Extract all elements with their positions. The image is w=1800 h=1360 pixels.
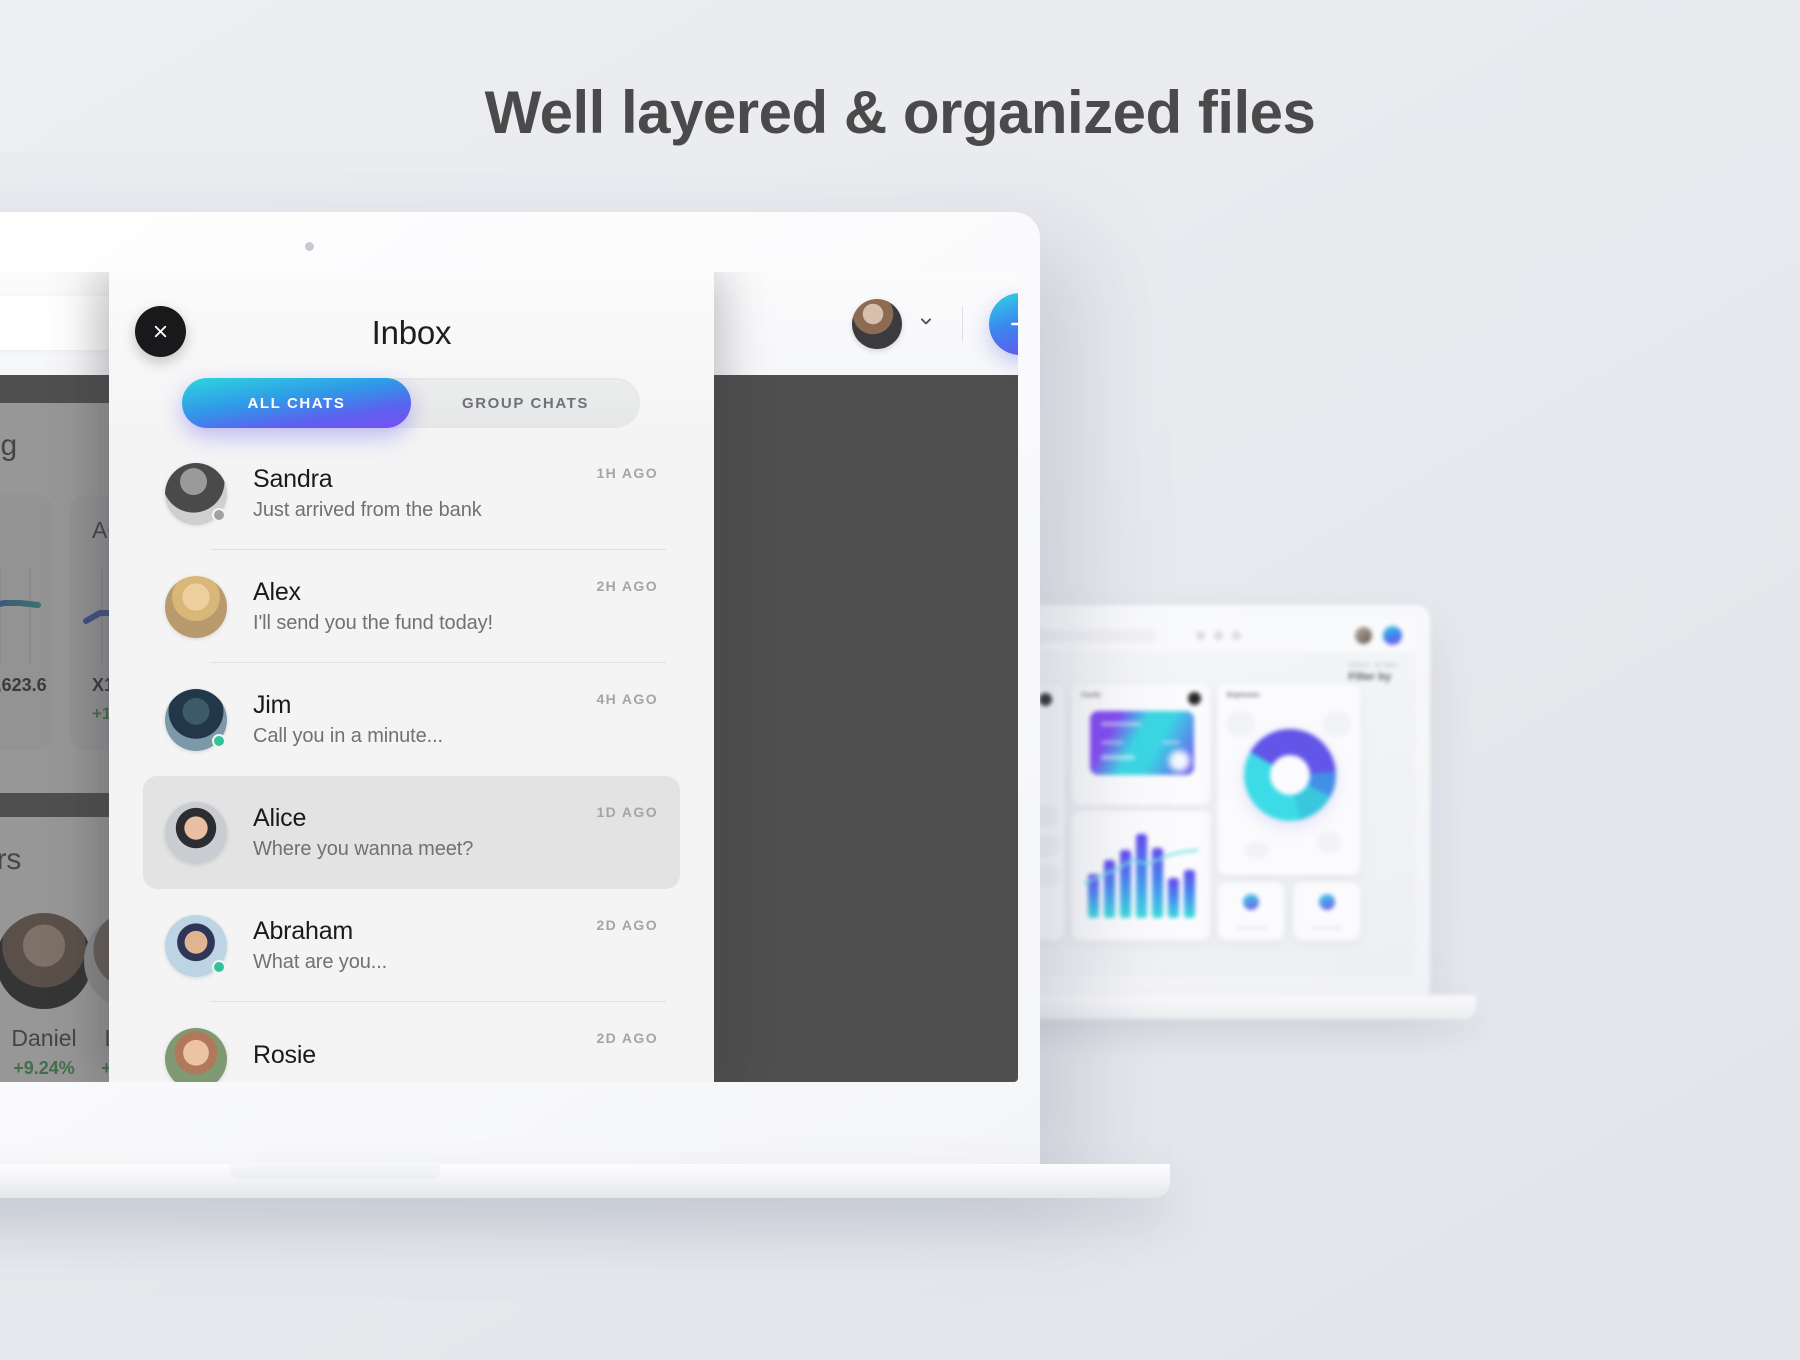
background-expenses-panel: Expenses — [1218, 685, 1360, 875]
inbox-tabs: ALL CHATS GROUP CHATS — [182, 378, 640, 428]
background-small-panel-2 — [1294, 882, 1360, 940]
inbox-header: Inbox ALL CHATS GROUP CHATS — [109, 272, 714, 437]
chat-preview: Where you wanna meet? — [253, 838, 474, 861]
background-icon-2 — [1214, 631, 1223, 640]
background-search-bar — [1026, 630, 1156, 642]
list-item[interactable]: Sandra Just arrived from the bank 1H AGO — [143, 437, 680, 550]
avatar[interactable] — [852, 298, 902, 349]
online-indicator — [212, 507, 226, 522]
laptop-base — [0, 1163, 1170, 1198]
background-cards-label: Cards — [1081, 692, 1101, 699]
plus-icon — [1011, 322, 1018, 325]
chat-timestamp: 4H AGO — [596, 691, 658, 707]
chat-timestamp: 1D AGO — [596, 804, 658, 820]
stock-card[interactable]: $PAC X1 = $23,623.6 +2 — [0, 495, 52, 750]
background-icon-1 — [1196, 631, 1205, 640]
chat-preview: I'll send you the fund today! — [253, 612, 493, 635]
add-new-button[interactable] — [989, 292, 1018, 355]
chat-preview: Just arrived from the bank — [253, 499, 482, 522]
foreground-laptop: › 6:00 Trending $PAC — [0, 212, 1170, 1198]
background-credit-card — [1090, 711, 1194, 775]
trending-title: Trending — [0, 429, 17, 462]
chat-name: Jim — [253, 690, 292, 719]
chat-timestamp: 2D AGO — [596, 1030, 658, 1046]
tab-group-chats[interactable]: GROUP CHATS — [411, 378, 640, 428]
inbox-title: Inbox — [371, 314, 452, 351]
background-donut-chart — [1244, 729, 1336, 821]
list-item[interactable]: Jim Call you in a minute... 4H AGO — [143, 663, 680, 776]
laptop-webcam — [305, 242, 314, 251]
background-avatar — [1355, 627, 1372, 644]
background-laptop: TODAY, 10 DEC Filter by Cards Expenses — [954, 605, 1476, 1019]
avatar — [165, 801, 227, 864]
toolbar-divider — [962, 305, 963, 342]
chat-preview: What are you... — [253, 951, 388, 974]
chat-timestamp: 2D AGO — [596, 917, 658, 933]
toolbar-account-area — [852, 272, 1018, 375]
inbox-panel: Inbox ALL CHATS GROUP CHATS Sandra Just … — [109, 272, 714, 1082]
background-panel-icon — [1039, 693, 1052, 706]
list-item[interactable]: Rosie 2D AGO — [143, 1002, 680, 1082]
stock-sparkline — [0, 569, 41, 663]
avatar — [165, 1027, 227, 1082]
background-icon-3 — [1232, 631, 1241, 640]
background-add-button — [1383, 626, 1402, 645]
background-small-panel-1 — [1218, 882, 1284, 940]
chat-name: Rosie — [253, 1041, 316, 1070]
background-filter-label: Filter by — [1348, 671, 1392, 683]
chat-list[interactable]: Sandra Just arrived from the bank 1H AGO… — [109, 437, 714, 1082]
avatar — [165, 914, 227, 977]
laptop-screen: › 6:00 Trending $PAC — [0, 272, 1018, 1082]
chevron-down-icon — [920, 318, 932, 325]
background-filter-date: TODAY, 10 DEC — [1348, 663, 1398, 669]
background-cards-menu-icon — [1188, 692, 1201, 705]
chat-timestamp: 1H AGO — [596, 465, 658, 481]
avatar — [165, 688, 227, 751]
page-title: Well layered & organized files — [484, 79, 1316, 146]
background-laptop-screen: TODAY, 10 DEC Filter by Cards Expenses — [1014, 619, 1416, 977]
background-cards-panel: Cards — [1072, 685, 1210, 805]
chat-timestamp: 2H AGO — [596, 578, 658, 594]
stock-value: X1 = $23,623.6 — [0, 675, 47, 695]
list-item[interactable]: Alice Where you wanna meet? 1D AGO — [143, 776, 680, 889]
chat-name: Alex — [253, 577, 301, 606]
chat-name: Abraham — [253, 916, 354, 945]
background-expenses-label: Expenses — [1227, 692, 1260, 699]
account-menu-button[interactable] — [916, 311, 936, 336]
online-indicator — [212, 733, 226, 748]
tab-all-chats[interactable]: ALL CHATS — [182, 378, 411, 428]
background-trend-line — [1083, 848, 1199, 886]
list-item[interactable]: Abraham What are you... 2D AGO — [143, 889, 680, 1002]
chat-preview: Call you in a minute... — [253, 725, 444, 748]
laptop-base-notch — [230, 1163, 440, 1179]
background-bars-panel — [1072, 811, 1210, 940]
background-topbar — [1014, 619, 1416, 653]
avatar — [165, 575, 227, 638]
online-indicator — [212, 959, 226, 974]
list-item[interactable]: Alex I'll send you the fund today! 2H AG… — [143, 550, 680, 663]
background-filter-by: TODAY, 10 DEC Filter by — [1348, 663, 1398, 683]
avatar — [165, 462, 227, 525]
chat-name: Sandra — [253, 464, 333, 493]
investors-title: Investors — [0, 843, 22, 876]
chat-name: Alice — [253, 803, 307, 832]
